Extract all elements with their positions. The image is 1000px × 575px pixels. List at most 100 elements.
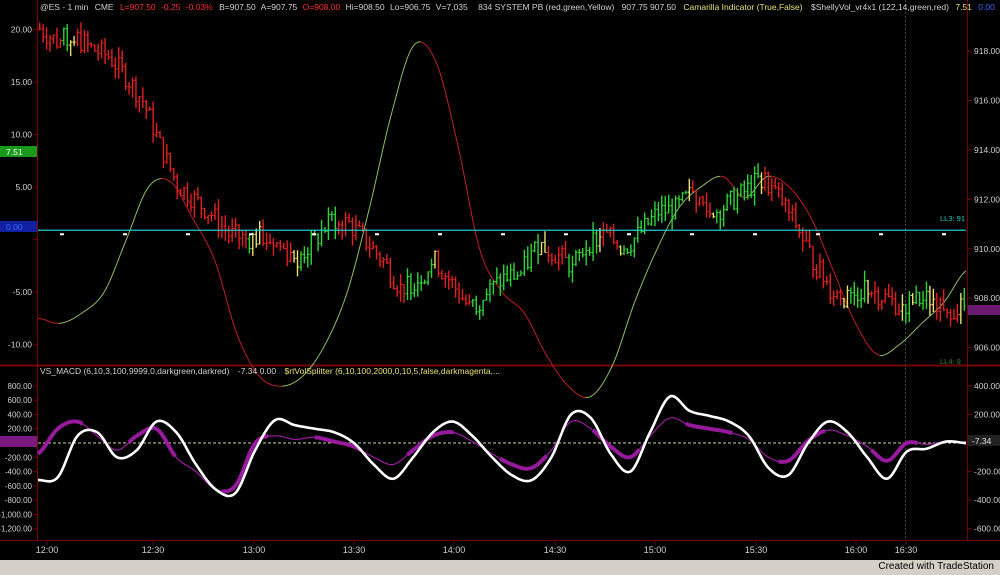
ind-left-tick-label: 400.00: [8, 410, 33, 419]
volsplitter-thick: [417, 442, 422, 448]
volsplitter-thick: [63, 421, 67, 427]
volsplitter-thick: [406, 451, 411, 457]
time-tick-label: 15:30: [745, 545, 768, 555]
volsplitter-thick: [543, 454, 549, 460]
price-right-tick-label: 908.00: [974, 293, 1000, 303]
volsplitter-thick: [168, 446, 174, 452]
price-left-tick-label: 15.00: [11, 77, 33, 87]
volsplitter-thick: [595, 431, 600, 437]
volsplitter-thick: [875, 453, 881, 459]
volsplitter-thick: [529, 466, 533, 471]
shellyvol-segment: [773, 176, 776, 178]
volsplitter-thick: [539, 458, 545, 463]
volsplitter-thick: [409, 448, 415, 454]
volsplitter-thick: [40, 446, 46, 452]
volsplitter-thick: [436, 431, 440, 437]
volsplitter-thick: [67, 420, 71, 425]
volsplitter-thick: [615, 450, 621, 455]
price-left-tick-label: 20.00: [11, 25, 33, 35]
volsplitter-thick: [47, 435, 53, 441]
left-badge-top-text: 7.51: [6, 147, 23, 157]
volsplitter-thick: [242, 462, 248, 469]
camarilla-dot: [627, 233, 631, 236]
ind-left-tick-label: 600.00: [8, 396, 33, 405]
ind-right-tick-label: -200.00: [974, 467, 1000, 477]
volsplitter-thick: [536, 461, 541, 467]
price-right-tick-label: 918.00: [974, 46, 1000, 56]
volsplitter-thick: [38, 448, 44, 454]
volsplitter-thick: [413, 445, 418, 451]
volsplitter-thick: [899, 444, 905, 450]
time-tick-label: 14:30: [544, 545, 567, 555]
volsplitter-thick: [905, 440, 910, 445]
volsplitter-thick: [593, 430, 598, 435]
price-left-tick-label: -5.00: [13, 287, 33, 297]
camarilla-dot: [690, 233, 694, 236]
volsplitter-thick: [438, 431, 442, 436]
volsplitter-thick: [684, 421, 689, 427]
volsplitter-thick: [228, 487, 232, 493]
volsplitter-thick: [520, 465, 523, 471]
volsplitter-thick: [634, 450, 639, 456]
volsplitter-thick: [79, 420, 84, 426]
volsplitter-thick: [881, 457, 886, 463]
volsplitter-thick: [499, 456, 504, 462]
price-left-tick-label: 5.00: [15, 182, 32, 192]
price-left-tick-label: 10.00: [11, 130, 33, 140]
volsplitter-thick: [869, 448, 875, 454]
volsplitter-thick: [534, 463, 539, 468]
volsplitter-thick: [231, 485, 237, 490]
volsplitter-thick: [135, 433, 140, 438]
ind-left-tick-label: -800.00: [5, 496, 33, 505]
price-right-tick-label: 910.00: [974, 244, 1000, 254]
price-right-tick-label: 906.00: [974, 343, 1000, 353]
volsplitter-thick: [613, 448, 619, 454]
volsplitter-thick: [137, 432, 142, 437]
indicator-header: VS_MACD (6,10,3,100,9999,0,darkgreen,dar…: [40, 366, 500, 376]
volsplitter-thick: [41, 444, 48, 450]
volsplitter-thick: [512, 463, 516, 468]
volsplitter-thick: [158, 431, 164, 437]
time-tick-label: 13:30: [343, 545, 366, 555]
right-badge-price: [968, 305, 1000, 315]
ind-left-tick-label: -1,000.00: [0, 510, 33, 519]
time-tick-label: 14:00: [443, 545, 466, 555]
volsplitter-thick: [169, 449, 176, 455]
volsplitter-thick: [893, 450, 899, 456]
time-tick-label: 16:30: [895, 545, 918, 555]
volsplitter-thick: [816, 431, 821, 436]
volsplitter-thick: [131, 435, 136, 441]
volsplitter-thick: [541, 456, 547, 462]
volsplitter-thick: [621, 453, 626, 459]
volsplitter-thick: [434, 432, 438, 437]
ind-left-tick-label: -200.00: [5, 453, 33, 462]
shellyvol-segment: [272, 384, 275, 387]
volsplitter-thick: [532, 464, 537, 469]
price-right-tick-label: 914.00: [974, 145, 1000, 155]
volsplitter-thick: [415, 444, 420, 450]
volsplitter-thick: [903, 441, 908, 446]
shellyvol-segment: [286, 384, 289, 387]
ind-right-tick-label: -400.00: [974, 495, 1000, 505]
ind-right-tick-label: 200.00: [974, 409, 1000, 419]
time-tick-label: 13:00: [243, 545, 266, 555]
volsplitter-thick: [619, 452, 624, 458]
volsplitter-thick: [349, 443, 353, 448]
footer-bar: Created with TradeStation: [0, 560, 1000, 575]
volsplitter-thick: [877, 455, 882, 461]
volsplitter-thick: [133, 434, 138, 439]
volsplitter-thick: [244, 457, 250, 464]
volsplitter-thick: [791, 453, 797, 459]
volsplitter-thick: [138, 430, 144, 436]
volsplitter-thick: [635, 448, 641, 454]
volsplitter-thick: [504, 459, 509, 465]
volsplitter-thick: [45, 438, 51, 444]
volsplitter-thick: [630, 453, 635, 459]
volsplitter-thick: [797, 447, 803, 453]
volsplitter-thick: [516, 464, 520, 469]
volsplitter-thick: [43, 441, 49, 447]
volsplitter-thick: [617, 451, 622, 457]
ind-left-tick-label: -400.00: [5, 468, 33, 477]
volsplitter-thick: [510, 462, 514, 467]
volsplitter-thick: [879, 456, 884, 462]
